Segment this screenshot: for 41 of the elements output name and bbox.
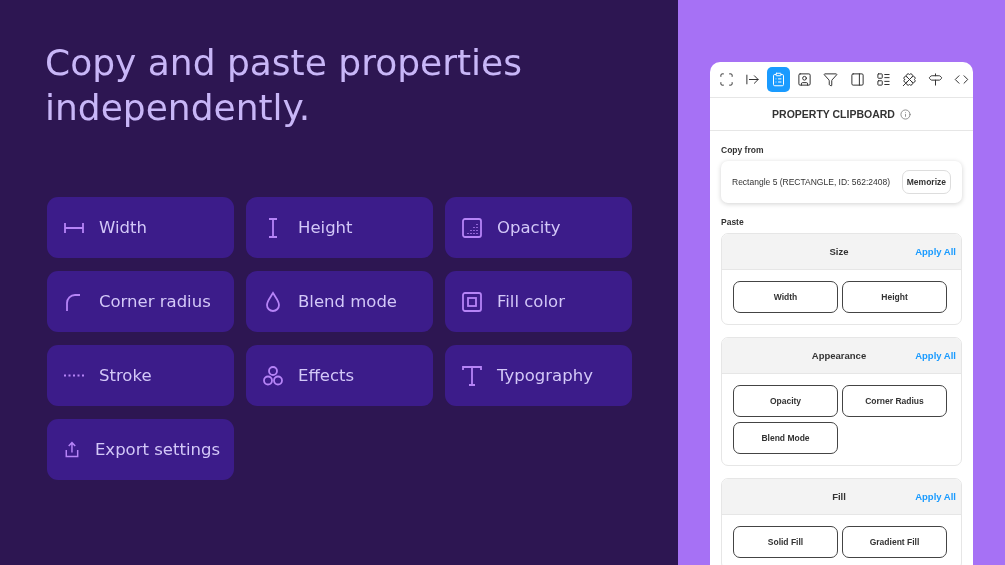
paste-label: Paste — [721, 217, 745, 227]
fill-icon — [461, 290, 483, 313]
paste-button[interactable]: Gradient Fill — [842, 526, 947, 558]
text-icon — [461, 364, 483, 387]
clover-icon — [902, 72, 917, 87]
code-icon — [954, 72, 970, 87]
section-title: Appearance — [811, 350, 867, 361]
feature-label: Fill color — [497, 292, 565, 311]
paste-button[interactable]: Corner Radius — [842, 385, 947, 417]
paste-button[interactable]: Opacity — [733, 385, 838, 417]
paste-button[interactable]: Solid Fill — [733, 526, 838, 558]
copy-from-label: Copy from — [721, 145, 765, 155]
opacity-icon — [461, 216, 483, 239]
headline: Copy and paste properties independently. — [45, 41, 524, 130]
feature-label: Typography — [497, 366, 593, 385]
paste-button[interactable]: Height — [842, 281, 947, 313]
user-icon — [797, 72, 813, 87]
feature-label: Corner radius — [99, 292, 211, 311]
memorize-button[interactable]: Memorize — [901, 170, 951, 194]
feature-label: Stroke — [99, 366, 152, 385]
feature-label: Export settings — [94, 440, 220, 459]
dotted-line-icon — [63, 374, 85, 377]
feature-label: Blend mode — [298, 292, 398, 311]
signpost-icon — [928, 72, 944, 87]
paste-button[interactable]: Width — [733, 281, 838, 313]
source-name: Rectangle 5 (RECTANGLE, ID: 562:2408) — [732, 177, 891, 187]
feature-label: Opacity — [497, 218, 561, 237]
panel-title: PROPERTY CLIPBOARD — [772, 108, 895, 120]
feature-label: Width — [99, 218, 147, 237]
circles-icon — [262, 364, 284, 387]
clipboard-icon — [771, 72, 786, 87]
info-icon[interactable] — [899, 108, 911, 120]
section-title: Size — [829, 246, 849, 257]
scan-icon — [718, 72, 734, 87]
filter-icon — [823, 72, 839, 87]
list-icon — [875, 72, 891, 87]
feature-label: Height — [298, 218, 353, 237]
panel-icon — [849, 72, 865, 87]
paste-button[interactable]: Blend Mode — [733, 422, 838, 454]
feature-label: Effects — [298, 366, 355, 385]
section-title: Fill — [832, 491, 846, 502]
